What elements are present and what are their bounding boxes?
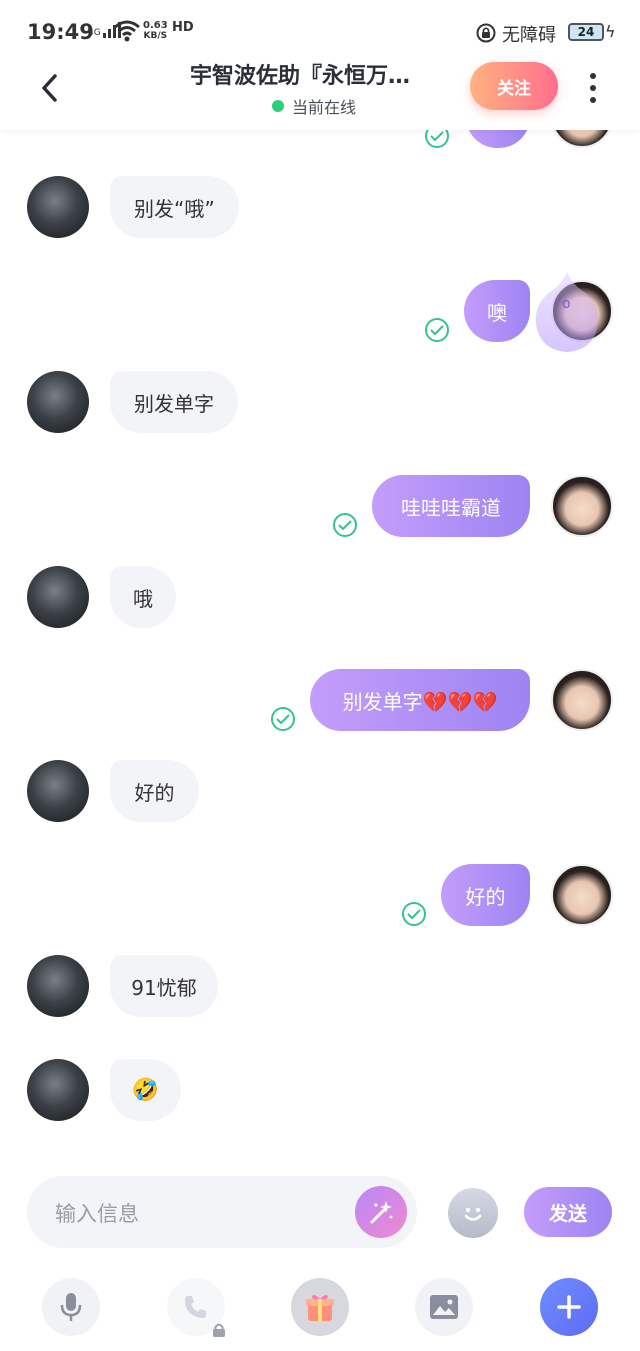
smiley-icon: [464, 1207, 482, 1221]
gift-icon: [306, 1294, 334, 1321]
image-icon: [430, 1295, 458, 1319]
message-list[interactable]: 别发“哦” 噢 o 别发单字 哇哇哇霸道 哦 别发单字💔💔💔 好的 好的 91忧…: [0, 0, 640, 1170]
plus-icon: [557, 1295, 581, 1319]
lock-icon: [213, 1323, 225, 1337]
image-button[interactable]: [415, 1278, 473, 1336]
follow-button[interactable]: 关注: [470, 62, 558, 110]
mic-icon: [60, 1293, 82, 1321]
avatar-them[interactable]: [27, 955, 89, 1017]
gift-button[interactable]: [291, 1278, 349, 1336]
chevron-left-icon: [42, 74, 57, 102]
page-title: 宇智波佐助『永恒万…: [190, 64, 411, 89]
read-check-icon: [333, 513, 357, 537]
avatar-me[interactable]: [551, 475, 613, 537]
message-bubble-them[interactable]: 哦: [110, 566, 176, 628]
magic-wand-button[interactable]: [355, 1186, 407, 1238]
message-bubble-them[interactable]: 91忧郁: [110, 955, 218, 1017]
send-button[interactable]: 发送: [524, 1187, 612, 1237]
chat-header: 宇智波佐助『永恒万… 当前在线 关注: [0, 52, 640, 130]
call-button[interactable]: [167, 1278, 225, 1337]
read-check-icon: [271, 707, 295, 731]
message-bubble-me[interactable]: 好的: [441, 864, 530, 926]
avatar-me[interactable]: [551, 864, 613, 926]
message-bubble-them[interactable]: 好的: [110, 760, 199, 822]
message-bubble-them[interactable]: 别发单字: [110, 371, 238, 433]
read-check-icon: [402, 902, 426, 926]
online-status-label: 当前在线: [292, 98, 357, 117]
message-bubble-me[interactable]: 噢: [464, 280, 530, 342]
avatar-me[interactable]: [551, 669, 613, 731]
read-check-icon: [425, 318, 449, 342]
avatar-them[interactable]: [27, 1059, 89, 1121]
avatar-them[interactable]: [27, 371, 89, 433]
svg-text:o: o: [562, 296, 571, 312]
message-bubble-me[interactable]: 别发单字💔💔💔: [310, 669, 530, 731]
magic-wand-icon: [370, 1201, 393, 1224]
avatar-them[interactable]: [27, 566, 89, 628]
avatar-them[interactable]: [27, 176, 89, 238]
message-bubble-them[interactable]: 别发“哦”: [110, 176, 239, 238]
phone-icon: [185, 1296, 206, 1318]
more-options-icon[interactable]: [583, 70, 603, 106]
voice-button[interactable]: [42, 1278, 100, 1336]
message-input[interactable]: 输入信息: [27, 1176, 417, 1248]
more-actions-button[interactable]: [540, 1278, 598, 1336]
avatar-frame-icon: o: [535, 272, 599, 352]
online-status: 当前在线: [272, 94, 356, 118]
message-input-placeholder: 输入信息: [55, 1202, 139, 1226]
emoji-button[interactable]: [448, 1188, 498, 1238]
message-bubble-me[interactable]: 哇哇哇霸道: [372, 475, 530, 537]
back-button[interactable]: [32, 68, 66, 108]
avatar-them[interactable]: [27, 760, 89, 822]
online-dot-icon: [272, 100, 284, 112]
message-bubble-them[interactable]: 🤣: [110, 1059, 181, 1121]
